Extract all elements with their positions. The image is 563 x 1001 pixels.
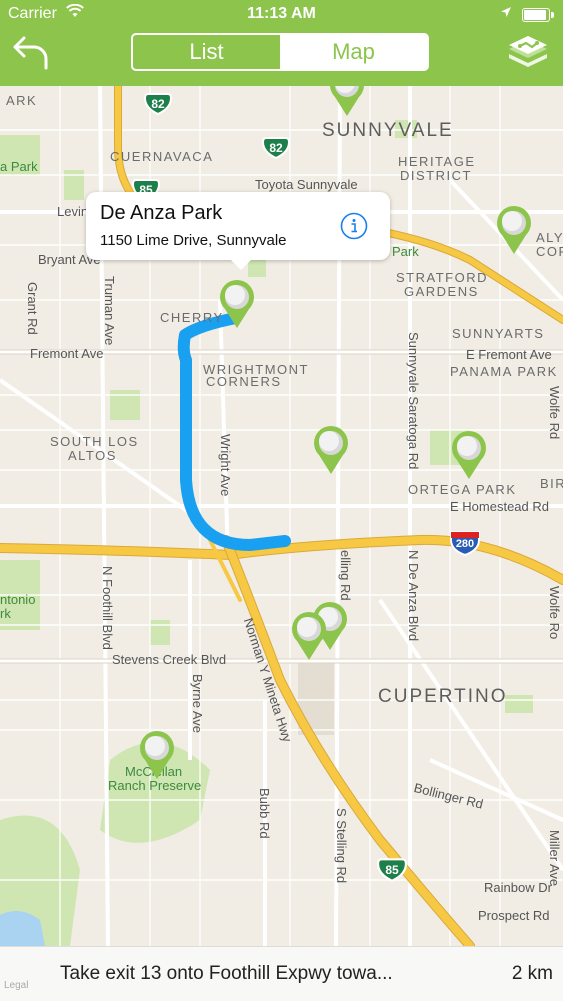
park-callout[interactable]: De Anza Park 1150 Lime Drive, Sunnyvale: [86, 192, 390, 270]
shield-82a-label: 82: [151, 97, 165, 111]
map-label-sunnyarts: SUNNYARTS: [452, 326, 545, 341]
callout-title: De Anza Park: [100, 202, 223, 224]
map-label-foothill: N Foothill Blvd: [100, 566, 115, 650]
view-segmented-control: List Map: [131, 33, 429, 71]
map-label-heritage: HERITAGE: [398, 154, 476, 169]
map-label-miller: Miller Ave: [547, 830, 562, 887]
map-view[interactable]: 82 82 85 85 280 ARK SUNNYVALE CUERNAVACA…: [0, 86, 563, 946]
status-time: 11:13 AM: [247, 5, 316, 22]
map-label-stevens-creek: Stevens Creek Blvd: [112, 652, 227, 667]
status-bar: Carrier 11:13 AM: [0, 0, 563, 30]
map-label-wright: Wright Ave: [218, 434, 233, 497]
shield-82b-label: 82: [269, 141, 283, 155]
map-label-stelling-south: S Stelling Rd: [334, 808, 349, 884]
map-label-corners: CORNERS: [206, 374, 282, 389]
park-pin[interactable]: [310, 424, 352, 476]
map-label-park-small: Park: [392, 244, 419, 259]
map-label-a-park: a Park: [0, 159, 38, 174]
map-label-byrne: Byrne Ave: [190, 674, 205, 734]
callout-address: 1150 Lime Drive, Sunnyvale: [100, 232, 287, 249]
back-button[interactable]: [10, 32, 52, 72]
map-label-panama: PANAMA PARK: [450, 364, 558, 379]
park-pin[interactable]: [326, 86, 368, 118]
tab-map[interactable]: Map: [280, 35, 427, 69]
map-label-truman: Truman Ave: [102, 276, 117, 346]
turn-instruction: Take exit 13 onto Foothill Expwy towa...: [60, 963, 393, 984]
map-label-rk: rk: [0, 606, 11, 621]
map-label-fremont-e: E Fremont Ave: [466, 347, 552, 362]
legal-link[interactable]: Legal: [4, 980, 28, 991]
battery-icon: [522, 8, 554, 22]
map-label-sunnyvale: SUNNYVALE: [322, 120, 454, 141]
map-label-wolfe-south: Wolfe Ro: [547, 586, 562, 640]
direction-bar[interactable]: Take exit 13 onto Foothill Expwy towa...…: [0, 946, 563, 1001]
ortega-park-pin[interactable]: [448, 429, 490, 481]
de-anza-park-pin[interactable]: [216, 278, 258, 330]
map-label-levin: Levin: [57, 204, 89, 219]
directions-stack-icon[interactable]: [505, 30, 551, 76]
map-label-stratford: STRATFORD: [396, 270, 488, 285]
park-pin[interactable]: [493, 204, 535, 256]
map-label-de-anza: N De Anza Blvd: [406, 550, 421, 642]
park-pin[interactable]: [288, 610, 330, 662]
map-label-prospect: Prospect Rd: [478, 908, 550, 923]
map-label-valy: ALY: [536, 230, 563, 245]
back-arrow-icon: [13, 36, 48, 70]
turn-distance: 2 km: [511, 963, 553, 984]
map-label-cuernavaca: CUERNAVACA: [110, 149, 214, 164]
map-label-fremont-w: Fremont Ave: [30, 346, 104, 361]
shield-280-label: 280: [455, 538, 475, 550]
info-icon: [340, 212, 368, 240]
map-label-homestead: E Homestead Rd: [450, 499, 549, 514]
map-label-south-los: SOUTH LOS: [50, 434, 139, 449]
map-label-district: DISTRICT: [400, 168, 472, 183]
map-label-bubb: Bubb Rd: [257, 788, 272, 839]
map-label-grant: Grant Rd: [25, 282, 40, 335]
map-label-ortega: ORTEGA PARK: [408, 482, 517, 497]
map-label-altos: ALTOS: [68, 448, 117, 463]
map-label-wolfe: Wolfe Rd: [547, 386, 562, 440]
map-label-rainbow: Rainbow Dr: [484, 880, 552, 895]
map-label-toyota: Toyota Sunnyvale: [255, 177, 358, 192]
shield-85b-label: 85: [385, 863, 399, 877]
info-button[interactable]: [340, 212, 368, 240]
map-label-bir: BIR: [540, 476, 563, 491]
location-arrow-icon: [500, 5, 512, 23]
map-label-cherry: CHERRY: [160, 310, 224, 325]
map-label-cor: COR: [536, 244, 563, 259]
map-label-gardens: GARDENS: [404, 284, 479, 299]
map-label-cupertino: CUPERTINO: [378, 686, 508, 707]
mcclellan-ranch-pin[interactable]: [136, 729, 178, 781]
map-label-park-partial: ARK: [6, 93, 38, 108]
map-label-antonio: ntonio: [0, 592, 36, 607]
map-label-saratoga: Sunnyvale Saratoga Rd: [406, 332, 421, 470]
tab-list[interactable]: List: [133, 35, 280, 69]
navigation-bar: Carrier 11:13 AM List Map: [0, 0, 563, 86]
map-label-stelling-north: elling Rd: [338, 550, 353, 601]
